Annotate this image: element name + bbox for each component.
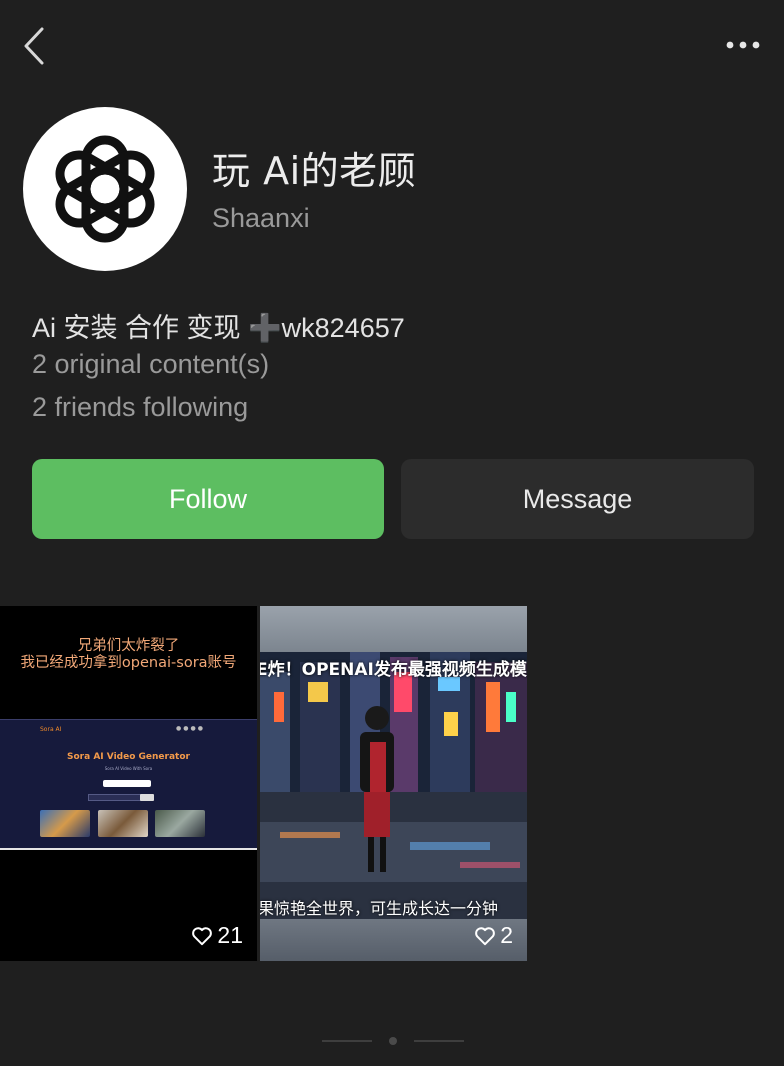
video-frame-image — [260, 652, 527, 919]
top-bar — [0, 0, 784, 90]
message-button[interactable]: Message — [401, 459, 754, 539]
screenshot-card — [98, 810, 148, 837]
like-count: 2 — [474, 922, 513, 949]
video-caption-bottom: 果惊艳全世界，可生成长达一分钟 — [260, 899, 499, 918]
like-count: 21 — [191, 922, 243, 949]
more-button[interactable] — [722, 32, 764, 58]
plus-icon: ➕ — [248, 313, 282, 343]
heart-icon — [192, 926, 213, 945]
follow-button[interactable]: Follow — [32, 459, 384, 539]
post-thumbnail-2[interactable]: E炸！OPENAI发布最强视频生成模型-S 果惊艳全世界，可生成长达一分钟 2 — [260, 606, 527, 961]
video-caption-top: E炸！OPENAI发布最强视频生成模型-S — [260, 660, 527, 680]
screenshot-logo: Sora AI — [40, 726, 62, 733]
post-caption-line: 我已经成功拿到openai-sora账号 — [20, 655, 237, 671]
openai-logo-icon — [55, 135, 155, 243]
page-indicator-graphic — [322, 1037, 464, 1045]
profile-bio: Ai 安装 合作 变现 ➕wk824657 — [32, 306, 405, 345]
more-dots-icon — [726, 41, 760, 49]
screenshot-go-button — [140, 794, 154, 801]
profile-region: Shaanxi — [212, 203, 310, 233]
post-thumbnail-1[interactable]: 兄弟们太炸裂了 我已经成功拿到openai-sora账号 Sora AI ●●●… — [0, 606, 257, 961]
page-indicator — [322, 1032, 464, 1045]
embedded-screenshot: Sora AI ●●●● Sora AI Video Generator Sor… — [0, 719, 257, 850]
like-count-value: 21 — [217, 922, 243, 948]
screenshot-subtitle: Sora AI Video With Sora — [104, 766, 153, 771]
bio-contact: wk824657 — [281, 313, 405, 343]
profile-name: 玩 Ai的老顾 — [212, 149, 417, 193]
screenshot-input — [88, 794, 142, 801]
screenshot-card — [40, 810, 90, 837]
screenshot-title: Sora AI Video Generator — [67, 752, 190, 762]
original-content-count[interactable]: 2 original content(s) — [32, 349, 269, 380]
screenshot-nav-dots: ●●●● — [176, 725, 205, 732]
friends-following[interactable]: 2 friends following — [32, 392, 248, 423]
back-button[interactable] — [20, 24, 50, 68]
heart-icon — [475, 926, 496, 945]
back-chevron-icon — [24, 27, 44, 65]
screenshot-card — [155, 810, 205, 837]
video-top-bar — [260, 606, 527, 652]
screenshot-search-box — [103, 780, 151, 787]
bio-text: Ai 安装 合作 变现 — [32, 313, 241, 343]
avatar[interactable] — [23, 107, 187, 271]
like-count-value: 2 — [500, 922, 513, 948]
post-caption-line: 兄弟们太炸裂了 — [77, 638, 180, 654]
